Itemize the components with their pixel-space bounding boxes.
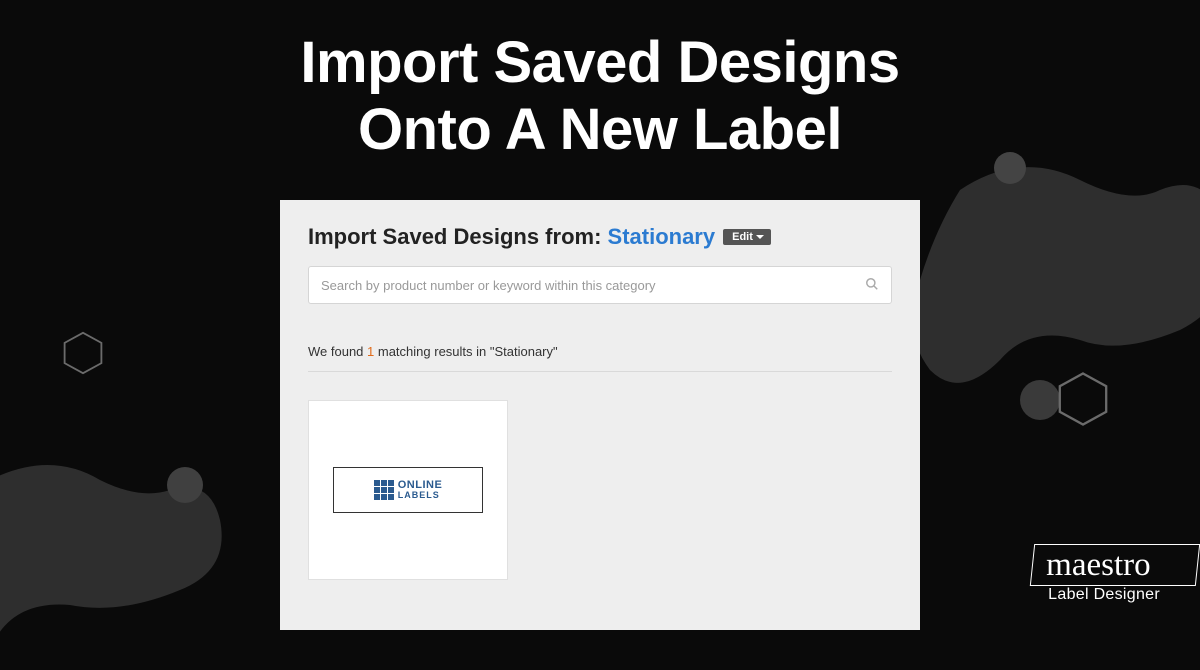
- design-thumbnail: ONLINE LABELS: [333, 467, 483, 513]
- blob-shape-left: [0, 390, 260, 670]
- panel-heading: Import Saved Designs from: Stationary: [308, 224, 715, 250]
- hexagon-icon: [1054, 370, 1112, 428]
- title-line-2: Onto A New Label: [0, 97, 1200, 164]
- result-card[interactable]: ONLINE LABELS: [308, 400, 508, 580]
- thumb-line2: LABELS: [398, 491, 443, 500]
- brand-name: maestro: [1040, 547, 1156, 584]
- results-prefix: We found: [308, 344, 367, 359]
- results-summary: We found 1 matching results in "Stationa…: [308, 344, 892, 372]
- thumbnail-text: ONLINE LABELS: [398, 480, 443, 500]
- grid-icon: [374, 480, 394, 500]
- heading-prefix: Import Saved Designs from:: [308, 224, 608, 249]
- results-suffix: matching results in "Stationary": [374, 344, 557, 359]
- title-line-1: Import Saved Designs: [0, 30, 1200, 97]
- search-icon[interactable]: [865, 277, 879, 294]
- chevron-down-icon: [756, 235, 764, 239]
- search-input[interactable]: [321, 278, 865, 293]
- import-panel: Import Saved Designs from: Stationary Ed…: [280, 200, 920, 630]
- edit-label: Edit: [732, 231, 753, 243]
- hexagon-icon: [60, 330, 106, 376]
- blob-shape-right: [880, 130, 1200, 450]
- heading-category: Stationary: [608, 224, 716, 249]
- search-bar[interactable]: [308, 266, 892, 304]
- brand-logo: maestro Label Designer: [1040, 547, 1160, 604]
- panel-header: Import Saved Designs from: Stationary Ed…: [308, 224, 892, 250]
- edit-category-button[interactable]: Edit: [723, 229, 771, 245]
- brand-tagline: Label Designer: [1048, 586, 1160, 604]
- page-title: Import Saved Designs Onto A New Label: [0, 30, 1200, 163]
